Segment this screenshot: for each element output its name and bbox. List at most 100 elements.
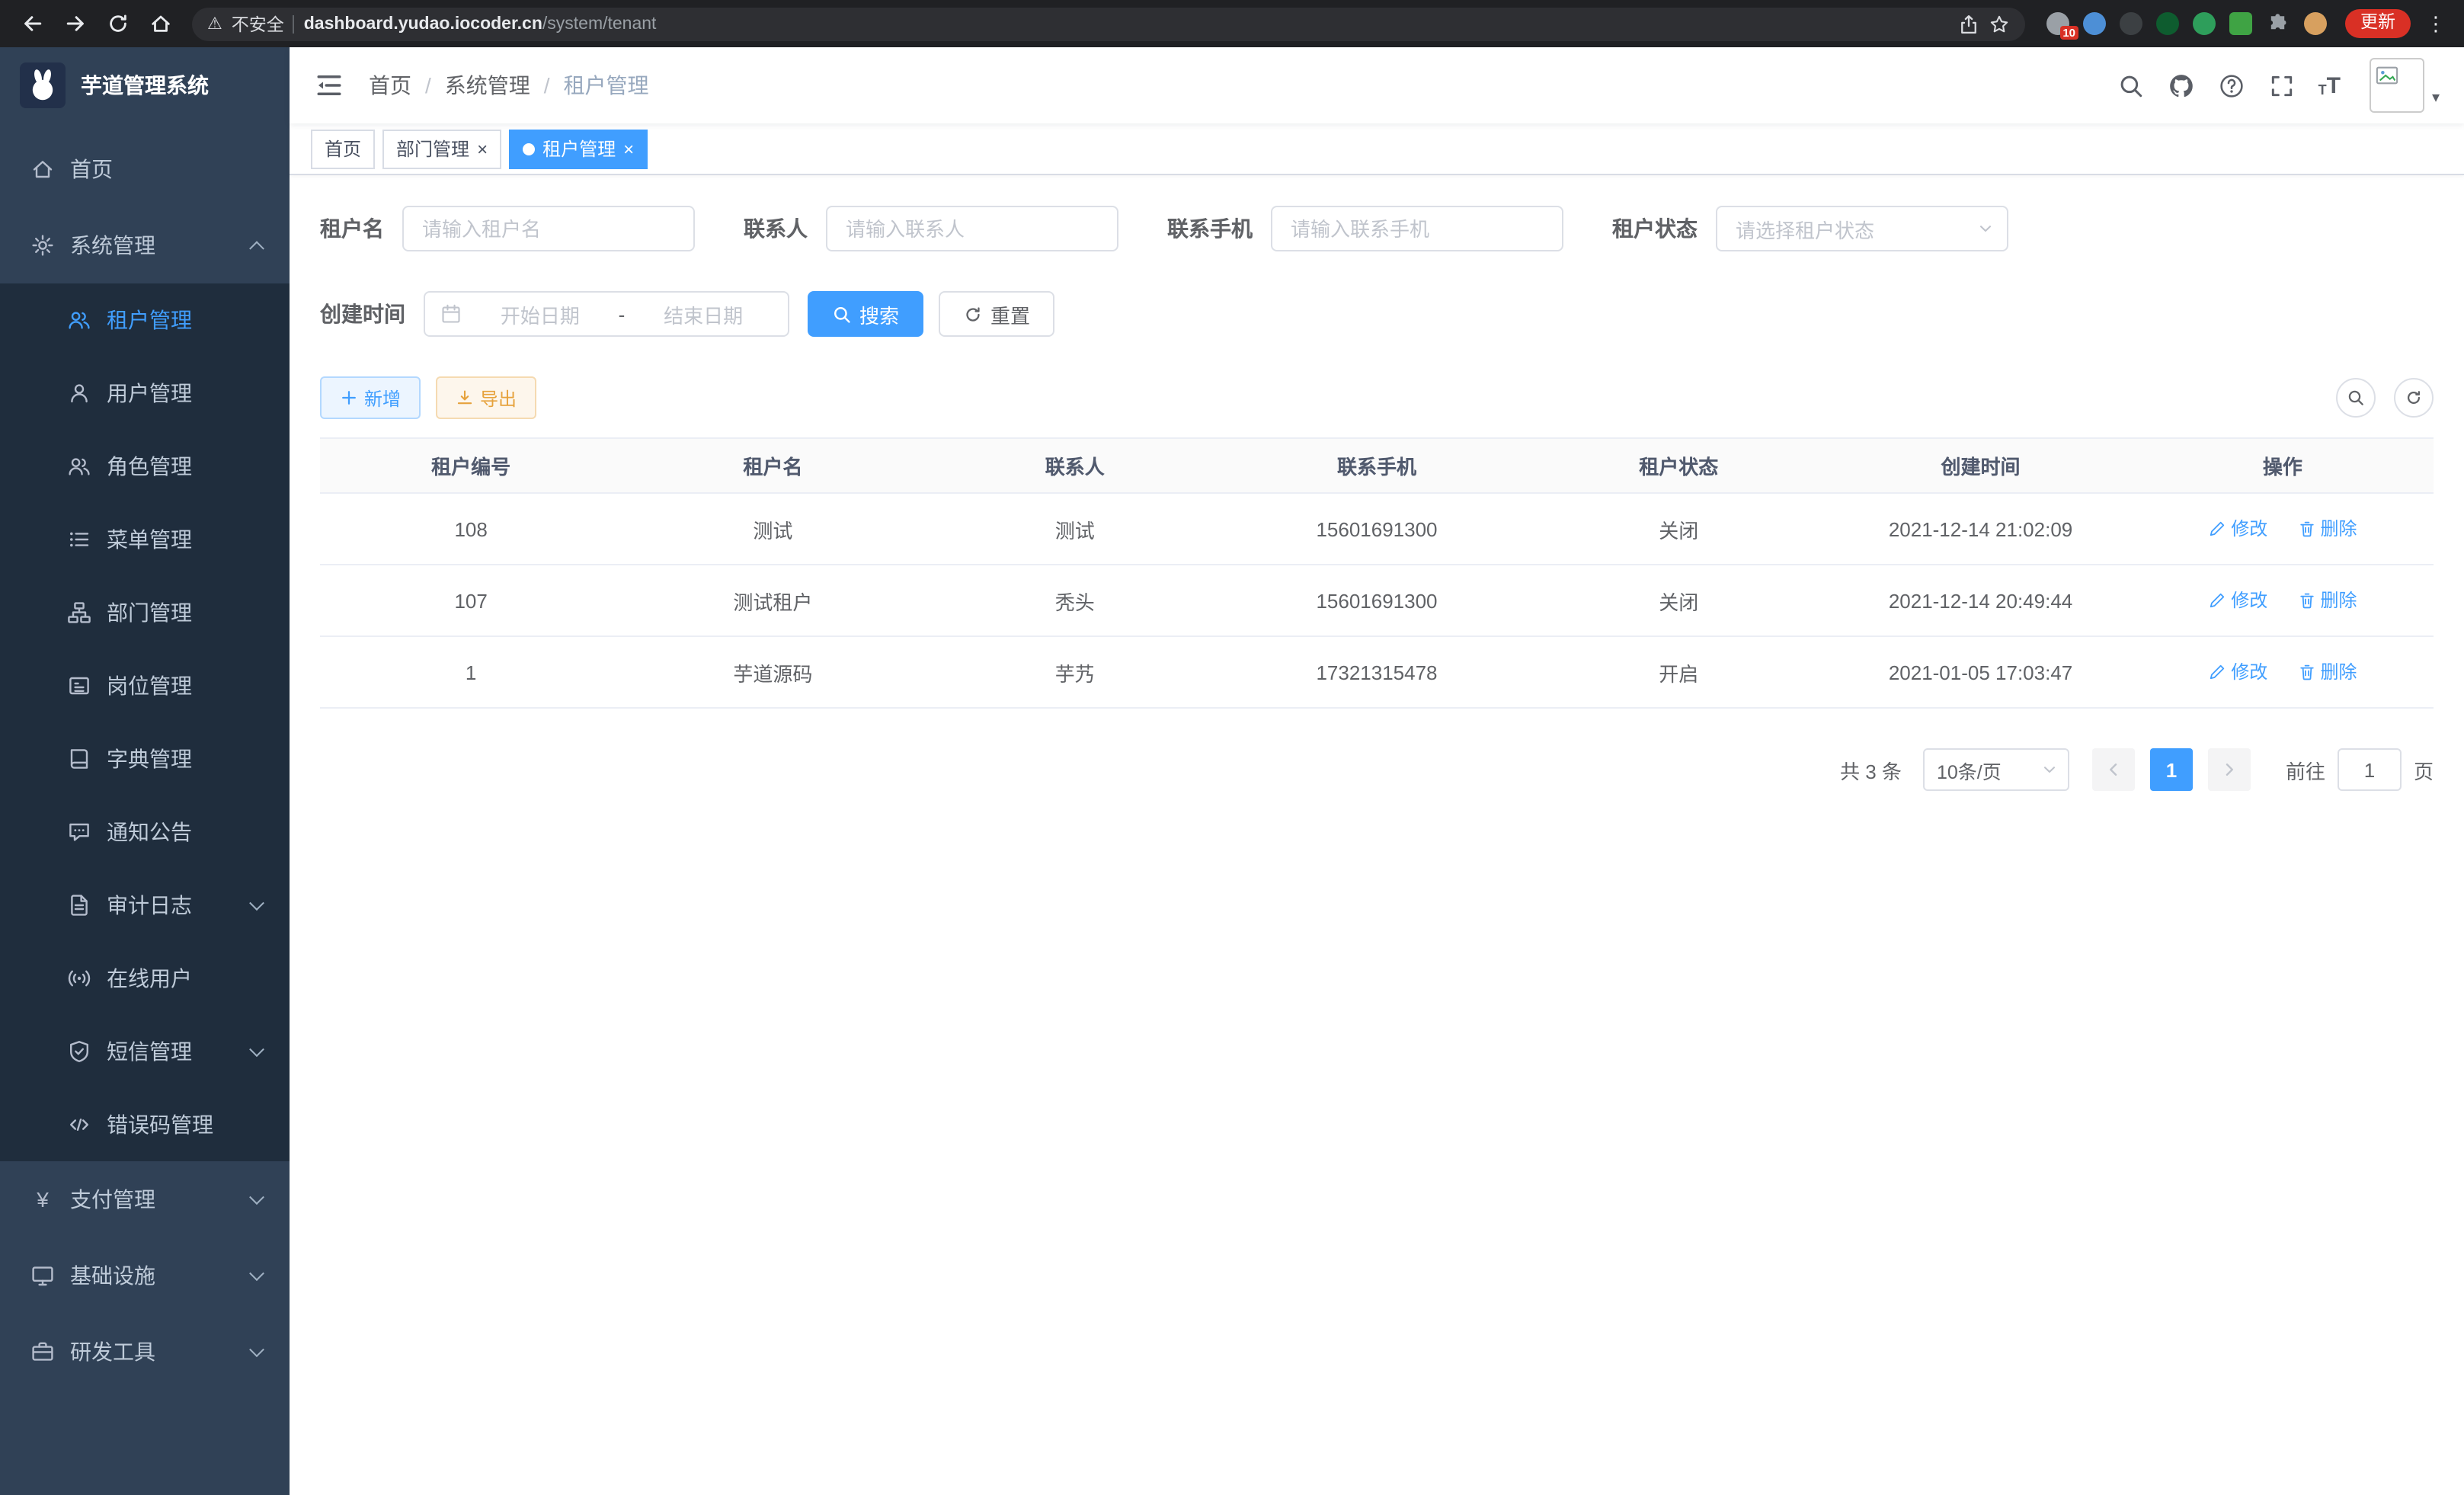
tab-dept-mgmt[interactable]: 部门管理 × — [382, 129, 501, 168]
extension-icon[interactable] — [2229, 12, 2252, 35]
browser-home-button[interactable] — [140, 4, 180, 43]
chevron-down-icon — [249, 1042, 264, 1057]
sidebar-item-audit-log[interactable]: 审计日志 — [0, 869, 290, 942]
bookmark-star-icon[interactable] — [1989, 13, 2010, 34]
filter-phone: 联系手机 — [1167, 206, 1563, 251]
extension-icon[interactable] — [2120, 12, 2142, 35]
user-avatar[interactable]: ▾ — [2370, 58, 2440, 113]
extensions-puzzle-icon[interactable] — [2266, 11, 2290, 36]
sidebar-item-home[interactable]: 首页 — [0, 131, 290, 207]
filter-create-time: 创建时间 开始日期 - 结束日期 — [320, 291, 789, 337]
delete-button[interactable]: 删除 — [2297, 587, 2357, 613]
contact-input[interactable] — [826, 206, 1118, 251]
update-button[interactable]: 更新 — [2345, 9, 2411, 39]
tenant-status-select[interactable]: 请选择租户状态 — [1716, 206, 2008, 251]
sidebar-item-menu-mgmt[interactable]: 菜单管理 — [0, 503, 290, 576]
share-icon[interactable] — [1958, 13, 1979, 34]
sidebar-item-label: 错误码管理 — [107, 1109, 213, 1140]
home-icon — [30, 157, 55, 181]
sidebar-item-label: 研发工具 — [70, 1337, 155, 1367]
page-size-select[interactable]: 10条/页 — [1923, 748, 2069, 791]
export-button[interactable]: 导出 — [436, 376, 536, 419]
sidebar-item-infrastructure[interactable]: 基础设施 — [0, 1237, 290, 1314]
sidebar-item-user-mgmt[interactable]: 用户管理 — [0, 357, 290, 430]
breadcrumb: 首页 / 系统管理 / 租户管理 — [369, 70, 649, 101]
tags-view: 首页 部门管理 × 租户管理 × — [290, 123, 2464, 175]
extension-icon[interactable] — [2083, 12, 2106, 35]
browser-menu-icon[interactable]: ⋮ — [2420, 11, 2452, 36]
extension-icon[interactable]: 10 — [2046, 12, 2069, 35]
filter-form-row-1: 租户名 联系人 联系手机 租户状态 请选择租户状态 — [320, 206, 2434, 251]
sidebar-item-notice[interactable]: 通知公告 — [0, 796, 290, 869]
sidebar-item-online-users[interactable]: 在线用户 — [0, 942, 290, 1015]
close-icon[interactable]: × — [477, 139, 488, 158]
prev-page-button[interactable] — [2092, 748, 2135, 791]
github-icon[interactable] — [2168, 72, 2195, 99]
sidebar-item-tenant-mgmt[interactable]: 租户管理 — [0, 283, 290, 357]
breadcrumb-system-mgmt[interactable]: 系统管理 — [445, 70, 530, 101]
security-label[interactable]: 不安全 — [232, 11, 284, 36]
phone-input[interactable] — [1271, 206, 1563, 251]
delete-button[interactable]: 删除 — [2297, 516, 2357, 542]
search-icon[interactable] — [2117, 72, 2145, 99]
page-1-button[interactable]: 1 — [2150, 748, 2193, 791]
sidebar-item-payment-mgmt[interactable]: ¥ 支付管理 — [0, 1161, 290, 1237]
menu-fold-icon[interactable] — [314, 70, 344, 101]
chevron-down-icon — [249, 1266, 264, 1281]
sidebar-item-error-code-mgmt[interactable]: 错误码管理 — [0, 1088, 290, 1161]
chevron-down-icon — [249, 1342, 264, 1357]
edit-button[interactable]: 修改 — [2208, 587, 2267, 613]
goto-page-input[interactable] — [2338, 748, 2402, 791]
download-icon — [456, 389, 474, 407]
filter-label: 联系手机 — [1167, 213, 1253, 244]
fullscreen-icon[interactable] — [2268, 72, 2296, 99]
toggle-search-button[interactable] — [2336, 378, 2376, 418]
total-count: 共 3 条 — [1840, 755, 1902, 784]
navbar: 首页 / 系统管理 / 租户管理 TT ▾ — [290, 47, 2464, 123]
breadcrumb-home[interactable]: 首页 — [369, 70, 411, 101]
edit-button[interactable]: 修改 — [2208, 516, 2267, 542]
add-button[interactable]: 新增 — [320, 376, 421, 419]
id-badge-icon — [67, 674, 91, 698]
profile-avatar[interactable] — [2304, 12, 2327, 35]
extension-icon[interactable] — [2156, 12, 2179, 35]
back-button[interactable] — [12, 4, 52, 43]
create-time-range-picker[interactable]: 开始日期 - 结束日期 — [424, 291, 789, 337]
filter-label: 创建时间 — [320, 299, 405, 329]
help-icon[interactable] — [2218, 72, 2245, 99]
sidebar-item-post-mgmt[interactable]: 岗位管理 — [0, 649, 290, 722]
table-toolbar: 新增 导出 — [320, 376, 2434, 419]
chevron-down-icon — [2040, 760, 2059, 779]
browser-toolbar: ⚠ 不安全 dashboard.yudao.iocoder.cn/system/… — [0, 0, 2464, 47]
search-icon — [832, 304, 852, 324]
font-size-icon[interactable]: TT — [2318, 74, 2341, 97]
sidebar-item-system-mgmt[interactable]: 系统管理 — [0, 207, 290, 283]
sidebar-item-dept-mgmt[interactable]: 部门管理 — [0, 576, 290, 649]
search-button[interactable]: 搜索 — [808, 291, 923, 337]
forward-button[interactable] — [55, 4, 94, 43]
refresh-icon — [963, 304, 983, 324]
cell-tenant-id: 1 — [320, 636, 622, 708]
close-icon[interactable]: × — [623, 139, 634, 158]
sidebar-item-role-mgmt[interactable]: 角色管理 — [0, 430, 290, 503]
shield-icon — [67, 1039, 91, 1064]
reload-button[interactable] — [98, 4, 137, 43]
sidebar-item-dict-mgmt[interactable]: 字典管理 — [0, 722, 290, 796]
sidebar-item-label: 租户管理 — [107, 305, 192, 335]
delete-button[interactable]: 删除 — [2297, 659, 2357, 685]
app-logo[interactable]: 芋道管理系统 — [0, 47, 290, 123]
cell-tenant-name: 测试租户 — [622, 565, 923, 636]
extension-icon[interactable] — [2193, 12, 2216, 35]
url-bar[interactable]: ⚠ 不安全 dashboard.yudao.iocoder.cn/system/… — [192, 7, 2025, 40]
tab-home[interactable]: 首页 — [311, 129, 375, 168]
sidebar-item-sms-mgmt[interactable]: 短信管理 — [0, 1015, 290, 1088]
tenant-name-input[interactable] — [402, 206, 695, 251]
next-page-button[interactable] — [2208, 748, 2251, 791]
reset-button[interactable]: 重置 — [939, 291, 1054, 337]
refresh-table-button[interactable] — [2394, 378, 2434, 418]
goto-label: 前往 — [2286, 755, 2325, 784]
app-title: 芋道管理系统 — [81, 70, 209, 101]
tab-tenant-mgmt[interactable]: 租户管理 × — [509, 129, 648, 168]
sidebar-item-dev-tools[interactable]: 研发工具 — [0, 1314, 290, 1390]
edit-button[interactable]: 修改 — [2208, 659, 2267, 685]
